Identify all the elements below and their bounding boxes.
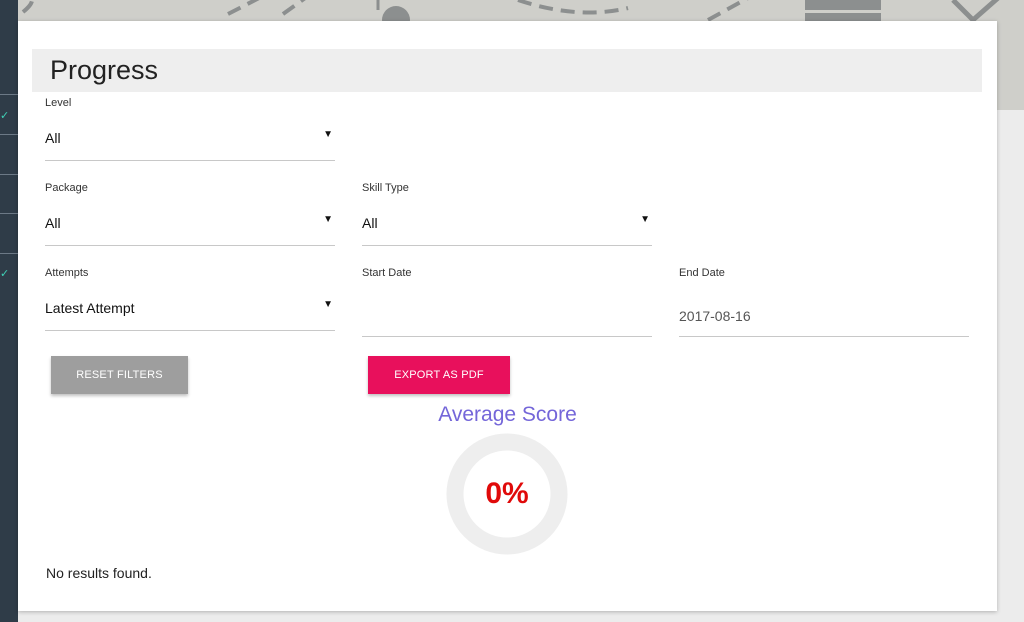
attempts-label: Attempts — [45, 267, 89, 279]
skill-type-select[interactable]: All ▼ — [362, 205, 652, 246]
sidebar-divider — [0, 253, 18, 254]
average-score-gauge: 0% — [446, 433, 568, 555]
sidebar-divider — [0, 213, 18, 214]
caret-down-icon: ▼ — [323, 299, 333, 310]
package-value: All — [45, 215, 61, 231]
skill-type-label: Skill Type — [362, 182, 409, 194]
sidebar-divider — [0, 94, 18, 95]
caret-down-icon: ▼ — [323, 214, 333, 225]
caret-down-icon: ▼ — [640, 214, 650, 225]
reset-filters-button[interactable]: RESET FILTERS — [51, 356, 188, 394]
end-date-input[interactable]: 2017-08-16 — [679, 290, 969, 337]
start-date-input[interactable] — [362, 290, 652, 337]
level-select[interactable]: All ▼ — [45, 120, 335, 161]
title-bar: Progress — [32, 49, 982, 92]
level-label: Level — [45, 97, 72, 109]
page-title: Progress — [50, 55, 159, 85]
average-score-title: Average Score — [438, 403, 577, 426]
start-date-label: Start Date — [362, 267, 412, 279]
check-icon: ✓ — [0, 268, 10, 280]
skill-type-value: All — [362, 215, 378, 231]
sidebar-divider — [0, 134, 18, 135]
average-score-value: 0% — [485, 477, 529, 510]
caret-down-icon: ▼ — [323, 129, 333, 140]
export-pdf-button[interactable]: EXPORT AS PDF — [368, 356, 510, 394]
end-date-label: End Date — [679, 267, 725, 279]
end-date-value: 2017-08-16 — [679, 308, 751, 324]
package-label: Package — [45, 182, 88, 194]
progress-card: Progress Level All ▼ Package All ▼ Skill… — [18, 21, 997, 611]
level-value: All — [45, 130, 61, 146]
check-icon: ✓ — [0, 110, 10, 122]
attempts-select[interactable]: Latest Attempt ▼ — [45, 290, 335, 331]
sidebar-divider — [0, 174, 18, 175]
sidebar[interactable]: ✓ ✓ — [0, 0, 18, 622]
attempts-value: Latest Attempt — [45, 300, 135, 316]
no-results-message: No results found. — [46, 565, 152, 581]
package-select[interactable]: All ▼ — [45, 205, 335, 246]
